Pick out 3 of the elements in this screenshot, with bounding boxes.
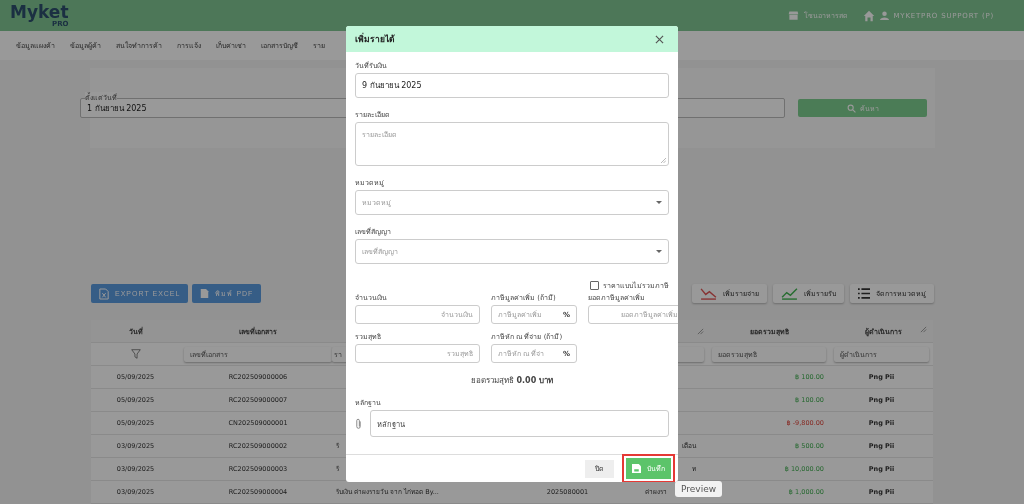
preview-tooltip: Preview	[675, 481, 723, 497]
dialog-title: เพิ่มรายได้	[355, 32, 395, 46]
net-total-text: ยอดรวมสุทธิ 0.00 บาท	[469, 375, 555, 387]
